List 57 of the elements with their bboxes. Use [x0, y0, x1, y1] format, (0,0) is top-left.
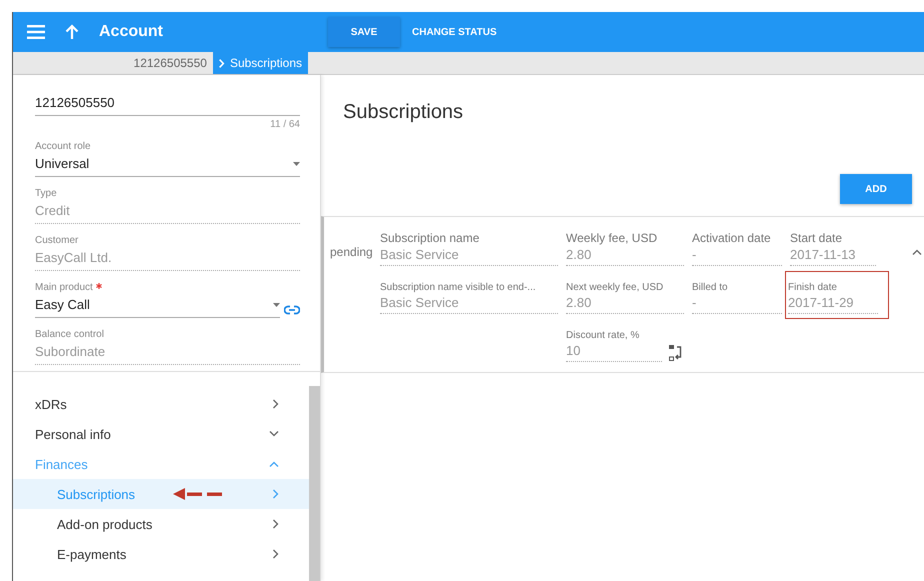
chevron-right-icon [273, 549, 279, 559]
field-label: Billed to [692, 282, 729, 293]
field-label: Balance control [35, 329, 104, 340]
dropdown-caret-icon [273, 302, 280, 306]
field-value: - [692, 245, 782, 266]
field-label: Subscription name [380, 231, 480, 245]
select-field[interactable]: Universal [35, 154, 300, 177]
menu-icon[interactable] [27, 25, 45, 39]
field-label: Activation date [692, 231, 772, 245]
chevron-right-icon [273, 519, 279, 529]
input-field: Subordinate [35, 342, 300, 365]
field-label: Finish date [788, 282, 838, 293]
field-value: Basic Service [380, 293, 558, 314]
collapse-icon[interactable] [912, 249, 922, 255]
field-value: 2.80 [566, 293, 684, 314]
section-title: Subscriptions [343, 101, 464, 124]
field-label: Type [35, 188, 57, 199]
field-value: 10 [566, 341, 662, 362]
character-counter: 11 / 64 [270, 119, 300, 130]
chevron-right-icon [273, 489, 279, 499]
field-label: Account role [35, 141, 91, 152]
nav-item[interactable]: Personal info [13, 419, 309, 449]
dropdown-caret-icon [293, 162, 300, 166]
status-label: pending [330, 245, 374, 261]
link-icon[interactable] [284, 305, 300, 315]
scrollbar[interactable] [309, 386, 320, 581]
nav-subitem[interactable]: Add-on products [13, 509, 309, 539]
field-value: 2.80 [566, 245, 684, 266]
page-title: Account [99, 23, 163, 41]
field-label: Subscription name visible to end-... [380, 282, 537, 293]
nav-subitem[interactable]: E-payments [13, 539, 309, 569]
field-label: Discount rate, % [566, 330, 640, 341]
field-label: Weekly fee, USD [566, 231, 658, 245]
input-field[interactable]: 12126505550 [35, 93, 300, 116]
field-value: 2017-11-13 [790, 245, 876, 266]
swap-icon[interactable] [668, 344, 684, 362]
nav-item[interactable]: xDRs [13, 389, 309, 419]
nav-subitem-label: Subscriptions [57, 486, 136, 502]
chevron-right-icon [273, 399, 279, 409]
field-value: Basic Service [380, 245, 558, 266]
input-field: Credit [35, 201, 300, 224]
field-label: Start date [790, 231, 844, 245]
chevron-down-icon [269, 431, 279, 437]
field-label: Customer [35, 235, 78, 246]
input-field: EasyCall Ltd. [35, 248, 300, 271]
select-field[interactable]: Easy Call [35, 295, 280, 318]
breadcrumb-item[interactable]: 12126505550 [128, 52, 213, 74]
field-label: Main product [35, 282, 93, 293]
up-arrow-icon[interactable] [65, 24, 79, 40]
field-label: Next weekly fee, USD [566, 282, 664, 293]
action-button[interactable]: SAVE [328, 17, 400, 47]
chevron-up-icon [269, 461, 279, 467]
chevron-right-icon [218, 58, 225, 68]
nav-subitem-label: E-payments [57, 546, 126, 562]
nav-subitem-label: Add-on products [57, 516, 152, 532]
field-value: 2017-11-29 [788, 293, 878, 314]
field-value: - [692, 293, 782, 314]
